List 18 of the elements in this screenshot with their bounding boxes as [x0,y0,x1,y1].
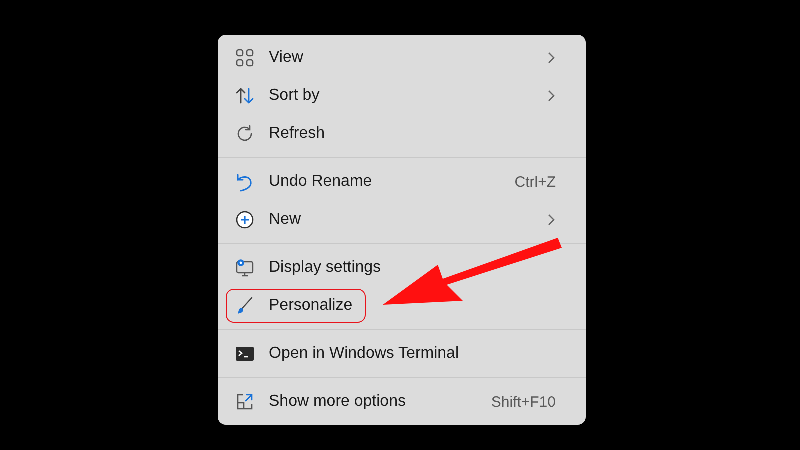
undo-icon [235,172,255,192]
menu-item[interactable]: Undo Rename Ctrl+Z [218,163,586,201]
refresh-icon [235,124,255,144]
terminal-icon [235,344,255,364]
menu-item[interactable]: Sort by [218,77,586,115]
shortcut-text: Shift+F10 [491,394,556,410]
monitor-gear-icon [235,258,255,278]
external-window-icon [235,392,255,412]
brush-icon [235,296,255,316]
sort-arrows-icon [235,86,255,106]
menu-item[interactable]: New [218,201,586,239]
plus-circle-icon [235,210,255,230]
menu-item[interactable]: Show more options Shift+F10 [218,383,586,421]
menu-item[interactable]: Refresh [218,115,586,153]
grid-icon [235,48,255,68]
menu-item[interactable]: Open in Windows Terminal [218,335,586,373]
menu-item[interactable]: View [218,39,586,77]
shortcut-text: Ctrl+Z [514,174,556,190]
